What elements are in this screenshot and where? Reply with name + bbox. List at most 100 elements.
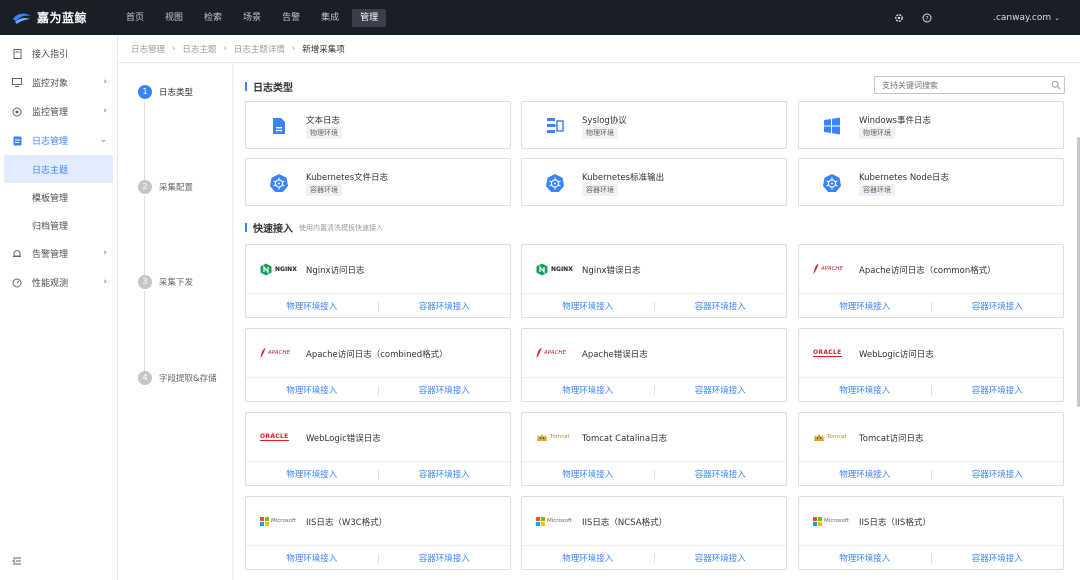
physical-access-button[interactable]: 物理环境接入 <box>246 384 378 396</box>
chevron-right-icon: › <box>172 43 176 54</box>
sidebar-subitem-template-manage[interactable]: 模板管理 <box>0 183 117 211</box>
physical-access-button[interactable]: 物理环境接入 <box>522 300 654 312</box>
container-access-button[interactable]: 容器环境接入 <box>379 552 511 564</box>
logo-text: ORACLE <box>813 349 842 357</box>
log-type-card[interactable]: Syslog协议 物理环境 <box>521 101 787 149</box>
breadcrumb-item[interactable]: 日志主题 <box>182 43 216 55</box>
step-connector <box>144 101 145 181</box>
log-type-card[interactable]: Windows事件日志 物理环境 <box>798 101 1064 149</box>
log-type-name: 文本日志 <box>306 116 341 126</box>
log-type-name: Syslog协议 <box>582 116 627 126</box>
container-access-button[interactable]: 容器环境接入 <box>379 468 511 480</box>
collapse-sidebar-icon[interactable] <box>12 556 22 566</box>
microsoft-icon <box>536 516 545 526</box>
log-type-name: Kubernetes标准输出 <box>582 173 665 183</box>
container-access-button[interactable]: 容器环境接入 <box>379 384 511 396</box>
topnav-item[interactable]: 集成 <box>313 9 347 27</box>
log-type-card[interactable]: Kubernetes标准输出 容器环境 <box>521 158 787 206</box>
quick-access-card: Microsoft IIS日志（NCSA格式） 物理环境接入 容器环境接入 <box>521 496 787 570</box>
quick-access-name: IIS日志（IIS格式） <box>859 518 931 528</box>
step-label: 采集配置 <box>159 183 194 193</box>
quick-access-actions: 物理环境接入 容器环境接入 <box>522 377 786 402</box>
step-collect-deploy[interactable]: 3 采集下发 <box>138 275 193 289</box>
physical-access-button[interactable]: 物理环境接入 <box>246 552 378 564</box>
physical-access-button[interactable]: 物理环境接入 <box>799 552 931 564</box>
log-type-card[interactable]: 文本日志 物理环境 <box>245 101 511 149</box>
container-access-button[interactable]: 容器环境接入 <box>655 552 787 564</box>
topnav-item[interactable]: 管理 <box>352 8 387 27</box>
quick-access-name: Tomcat访问日志 <box>859 434 924 444</box>
file-text-icon <box>268 115 290 137</box>
quick-access-actions: 物理环境接入 容器环境接入 <box>246 545 510 570</box>
sidebar-subitem-log-topic[interactable]: 日志主题 <box>4 155 113 183</box>
search-icon[interactable] <box>1051 80 1061 90</box>
sidebar-item-performance[interactable]: 性能观测 › <box>0 268 117 297</box>
step-field-extract[interactable]: 4 字段提取&存储 <box>138 371 217 385</box>
windows-icon <box>821 115 843 137</box>
physical-access-button[interactable]: 物理环境接入 <box>246 468 378 480</box>
sidebar-item-log-manage[interactable]: 日志管理 ⌄ <box>0 126 117 155</box>
sidebar-item-access-guide[interactable]: 接入指引 <box>0 39 117 68</box>
environment-tag: 容器环境 <box>859 184 895 196</box>
container-access-button[interactable]: 容器环境接入 <box>932 300 1064 312</box>
microsoft-icon <box>260 516 269 526</box>
physical-access-button[interactable]: 物理环境接入 <box>799 300 931 312</box>
container-access-button[interactable]: 容器环境接入 <box>655 468 787 480</box>
chevron-right-icon: › <box>103 248 107 258</box>
nginx-logo: NGINX <box>260 261 300 277</box>
physical-access-button[interactable]: 物理环境接入 <box>522 384 654 396</box>
user-menu[interactable]: .canway.com ⌄ <box>993 13 1060 23</box>
physical-access-button[interactable]: 物理环境接入 <box>799 384 931 396</box>
container-access-button[interactable]: 容器环境接入 <box>655 300 787 312</box>
step-label: 日志类型 <box>159 88 194 98</box>
logo-text: Microsoft <box>824 518 850 524</box>
microsoft-logo: Microsoft <box>813 513 853 529</box>
topnav-item[interactable]: 首页 <box>118 9 152 27</box>
chevron-right-icon: › <box>223 43 227 54</box>
logo-icon <box>13 13 31 24</box>
physical-access-button[interactable]: 物理环境接入 <box>246 300 378 312</box>
help-icon[interactable]: ? <box>921 12 933 24</box>
container-access-button[interactable]: 容器环境接入 <box>379 300 511 312</box>
quick-access-name: Nginx错误日志 <box>582 266 641 276</box>
sidebar-item-alarm-manage[interactable]: 告警管理 › <box>0 239 117 268</box>
breadcrumb-item[interactable]: 日志主题详情 <box>234 43 285 55</box>
physical-access-button[interactable]: 物理环境接入 <box>522 468 654 480</box>
step-label: 采集下发 <box>159 278 194 288</box>
step-collect-config[interactable]: 2 采集配置 <box>138 180 193 194</box>
sidebar-item-label: 监控对象 <box>32 79 69 89</box>
quick-access-actions: 物理环境接入 容器环境接入 <box>522 461 786 486</box>
container-access-button[interactable]: 容器环境接入 <box>655 384 787 396</box>
gear-icon[interactable] <box>893 12 905 24</box>
quick-access-actions: 物理环境接入 容器环境接入 <box>799 461 1063 486</box>
steps-panel: 1 日志类型 2 采集配置 3 采集下发 4 字段提取&存储 <box>118 63 233 580</box>
container-access-button[interactable]: 容器环境接入 <box>932 384 1064 396</box>
quick-access-card: Microsoft IIS日志（IIS格式） 物理环境接入 容器环境接入 <box>798 496 1064 570</box>
sidebar-subitem-label: 日志主题 <box>32 165 69 176</box>
search-input[interactable] <box>874 76 1065 94</box>
log-type-card[interactable]: Kubernetes Node日志 容器环境 <box>798 158 1064 206</box>
quick-access-actions: 物理环境接入 容器环境接入 <box>246 461 510 486</box>
breadcrumb-item[interactable]: 日志管理 <box>131 43 165 55</box>
sidebar-subitem-label: 模板管理 <box>32 193 69 204</box>
container-access-button[interactable]: 容器环境接入 <box>932 552 1064 564</box>
sidebar-subitem-archive-manage[interactable]: 归档管理 <box>0 211 117 239</box>
quick-access-actions: 物理环境接入 容器环境接入 <box>799 545 1063 570</box>
physical-access-button[interactable]: 物理环境接入 <box>799 468 931 480</box>
sidebar-item-monitor-object[interactable]: 监控对象 › <box>0 68 117 97</box>
sidebar-item-monitor-manage[interactable]: 监控管理 › <box>0 97 117 126</box>
physical-access-button[interactable]: 物理环境接入 <box>522 552 654 564</box>
step-log-type[interactable]: 1 日志类型 <box>138 85 193 99</box>
app-logo[interactable]: 嘉为蓝鲸 <box>0 9 118 26</box>
environment-tag: 物理环境 <box>582 127 618 139</box>
container-access-button[interactable]: 容器环境接入 <box>932 468 1064 480</box>
breadcrumb-current: 新增采集项 <box>302 44 345 55</box>
topnav-item[interactable]: 告警 <box>274 9 308 27</box>
topnav-item[interactable]: 视图 <box>157 9 191 27</box>
topnav-item[interactable]: 检索 <box>196 9 230 27</box>
quick-access-actions: 物理环境接入 容器环境接入 <box>799 377 1063 402</box>
topnav-item[interactable]: 场景 <box>235 9 269 27</box>
log-type-card[interactable]: Kubernetes文件日志 容器环境 <box>245 158 511 206</box>
logo-text: Tomcat <box>550 434 570 440</box>
quick-access-card: Tomcat Tomcat访问日志 物理环境接入 容器环境接入 <box>798 412 1064 486</box>
